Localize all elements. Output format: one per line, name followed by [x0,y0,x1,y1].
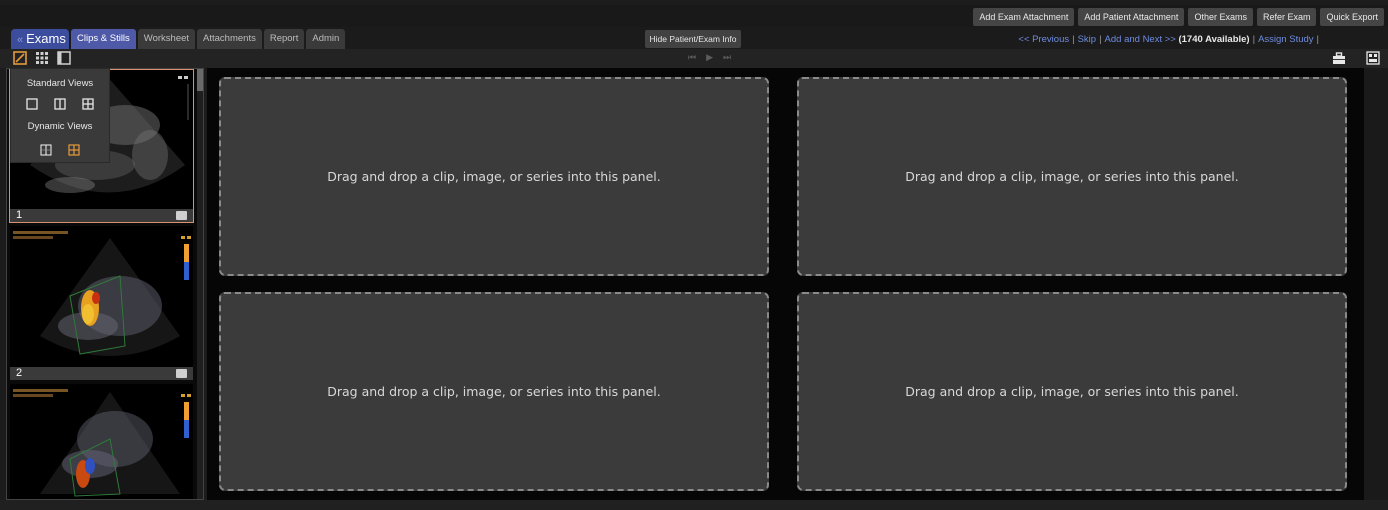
top-actions: Add Exam Attachment Add Patient Attachme… [973,8,1384,26]
tab-report[interactable]: Report [263,29,305,49]
top-action-bar: Add Exam Attachment Add Patient Attachme… [0,5,1388,27]
bottom-bar [0,500,1388,510]
tab-list: Clips & Stills Worksheet Attachments Rep… [71,29,346,49]
camera-icon[interactable] [176,369,187,378]
quad-view-icon[interactable] [82,98,94,110]
other-exams-button[interactable]: Other Exams [1188,8,1253,26]
right-strip [1364,68,1388,500]
tab-bar: «Exams Clips & Stills Worksheet Attachme… [0,27,1388,49]
camera-icon[interactable] [176,211,187,220]
nav-divider: | [1099,34,1102,45]
drop-panel[interactable]: Drag and drop a clip, image, or series i… [797,77,1347,276]
clip-number: 2 [16,367,23,379]
available-count: (1740 Available) [1178,34,1250,45]
viewer-toolbar: ⏮ ▶ ⏭ [0,49,1388,68]
drop-panel[interactable]: Drag and drop a clip, image, or series i… [797,292,1347,491]
skip-back-icon[interactable]: ⏮ [688,52,696,63]
refer-exam-button[interactable]: Refer Exam [1256,8,1317,26]
playback-controls: ⏮ ▶ ⏭ [688,52,731,63]
scrollbar-thumb[interactable] [197,69,203,91]
add-exam-attachment-button[interactable]: Add Exam Attachment [973,8,1075,26]
clip-number: 1 [16,209,23,221]
briefcase-icon[interactable] [1332,51,1346,65]
clip-footer: 1 [10,209,193,222]
tab-worksheet[interactable]: Worksheet [137,29,196,49]
add-and-next-link[interactable]: Add and Next >> [1105,34,1176,45]
tab-clips-stills[interactable]: Clips & Stills [71,29,136,49]
grid-view-icon[interactable] [35,51,49,65]
ultrasound-doppler-image [10,226,193,367]
assign-study-link[interactable]: Assign Study [1258,34,1313,45]
viewer-area: Drag and drop a clip, image, or series i… [207,68,1364,500]
tab-admin[interactable]: Admin [306,29,346,49]
nav-divider: | [1252,34,1256,45]
panel-layout-icon[interactable] [1366,51,1380,65]
quick-export-button[interactable]: Quick Export [1320,8,1384,26]
single-view-icon[interactable] [26,98,38,110]
exams-label: Exams [26,31,66,46]
previous-link[interactable]: << Previous [1018,34,1069,45]
dynamic-two-column-icon[interactable] [40,144,52,156]
ultrasound-doppler-image [10,384,193,499]
tab-attachments[interactable]: Attachments [197,29,262,49]
drop-panel[interactable]: Drag and drop a clip, image, or series i… [219,292,769,491]
two-column-view-icon[interactable] [54,98,66,110]
standard-views-title: Standard Views [26,78,94,89]
play-icon[interactable]: ▶ [706,52,713,63]
sidebar-panel-icon[interactable] [57,51,71,65]
study-navigation: << Previous | Skip | Add and Next >> (1740 A… [1018,34,1322,45]
clip-thumbnail[interactable]: 2 [10,226,193,380]
layout-edit-icon[interactable] [13,51,27,65]
nav-divider: | [1316,34,1319,45]
app-window: Add Exam Attachment Add Patient Attachme… [0,0,1388,510]
clips-scrollbar[interactable] [197,69,203,499]
double-chevron-left-icon: « [17,34,24,46]
clip-thumbnail[interactable] [10,384,193,499]
drop-panel[interactable]: Drag and drop a clip, image, or series i… [219,77,769,276]
layout-popup: Standard Views Dynamic Views [10,68,110,163]
add-patient-attachment-button[interactable]: Add Patient Attachment [1078,8,1185,26]
clip-footer: 2 [10,367,193,380]
skip-forward-icon[interactable]: ⏭ [723,52,731,63]
nav-divider: | [1072,34,1075,45]
hide-patient-exam-info-button[interactable]: Hide Patient/Exam Info [645,30,741,48]
drop-panel-message: Drag and drop a clip, image, or series i… [905,169,1239,184]
skip-link[interactable]: Skip [1078,34,1096,45]
dynamic-views-title: Dynamic Views [27,121,93,132]
drop-panel-message: Drag and drop a clip, image, or series i… [327,384,661,399]
dynamic-quad-view-icon[interactable] [68,144,80,156]
exams-back-button[interactable]: «Exams [11,29,69,49]
drop-panel-message: Drag and drop a clip, image, or series i… [327,169,661,184]
drop-panel-message: Drag and drop a clip, image, or series i… [905,384,1239,399]
